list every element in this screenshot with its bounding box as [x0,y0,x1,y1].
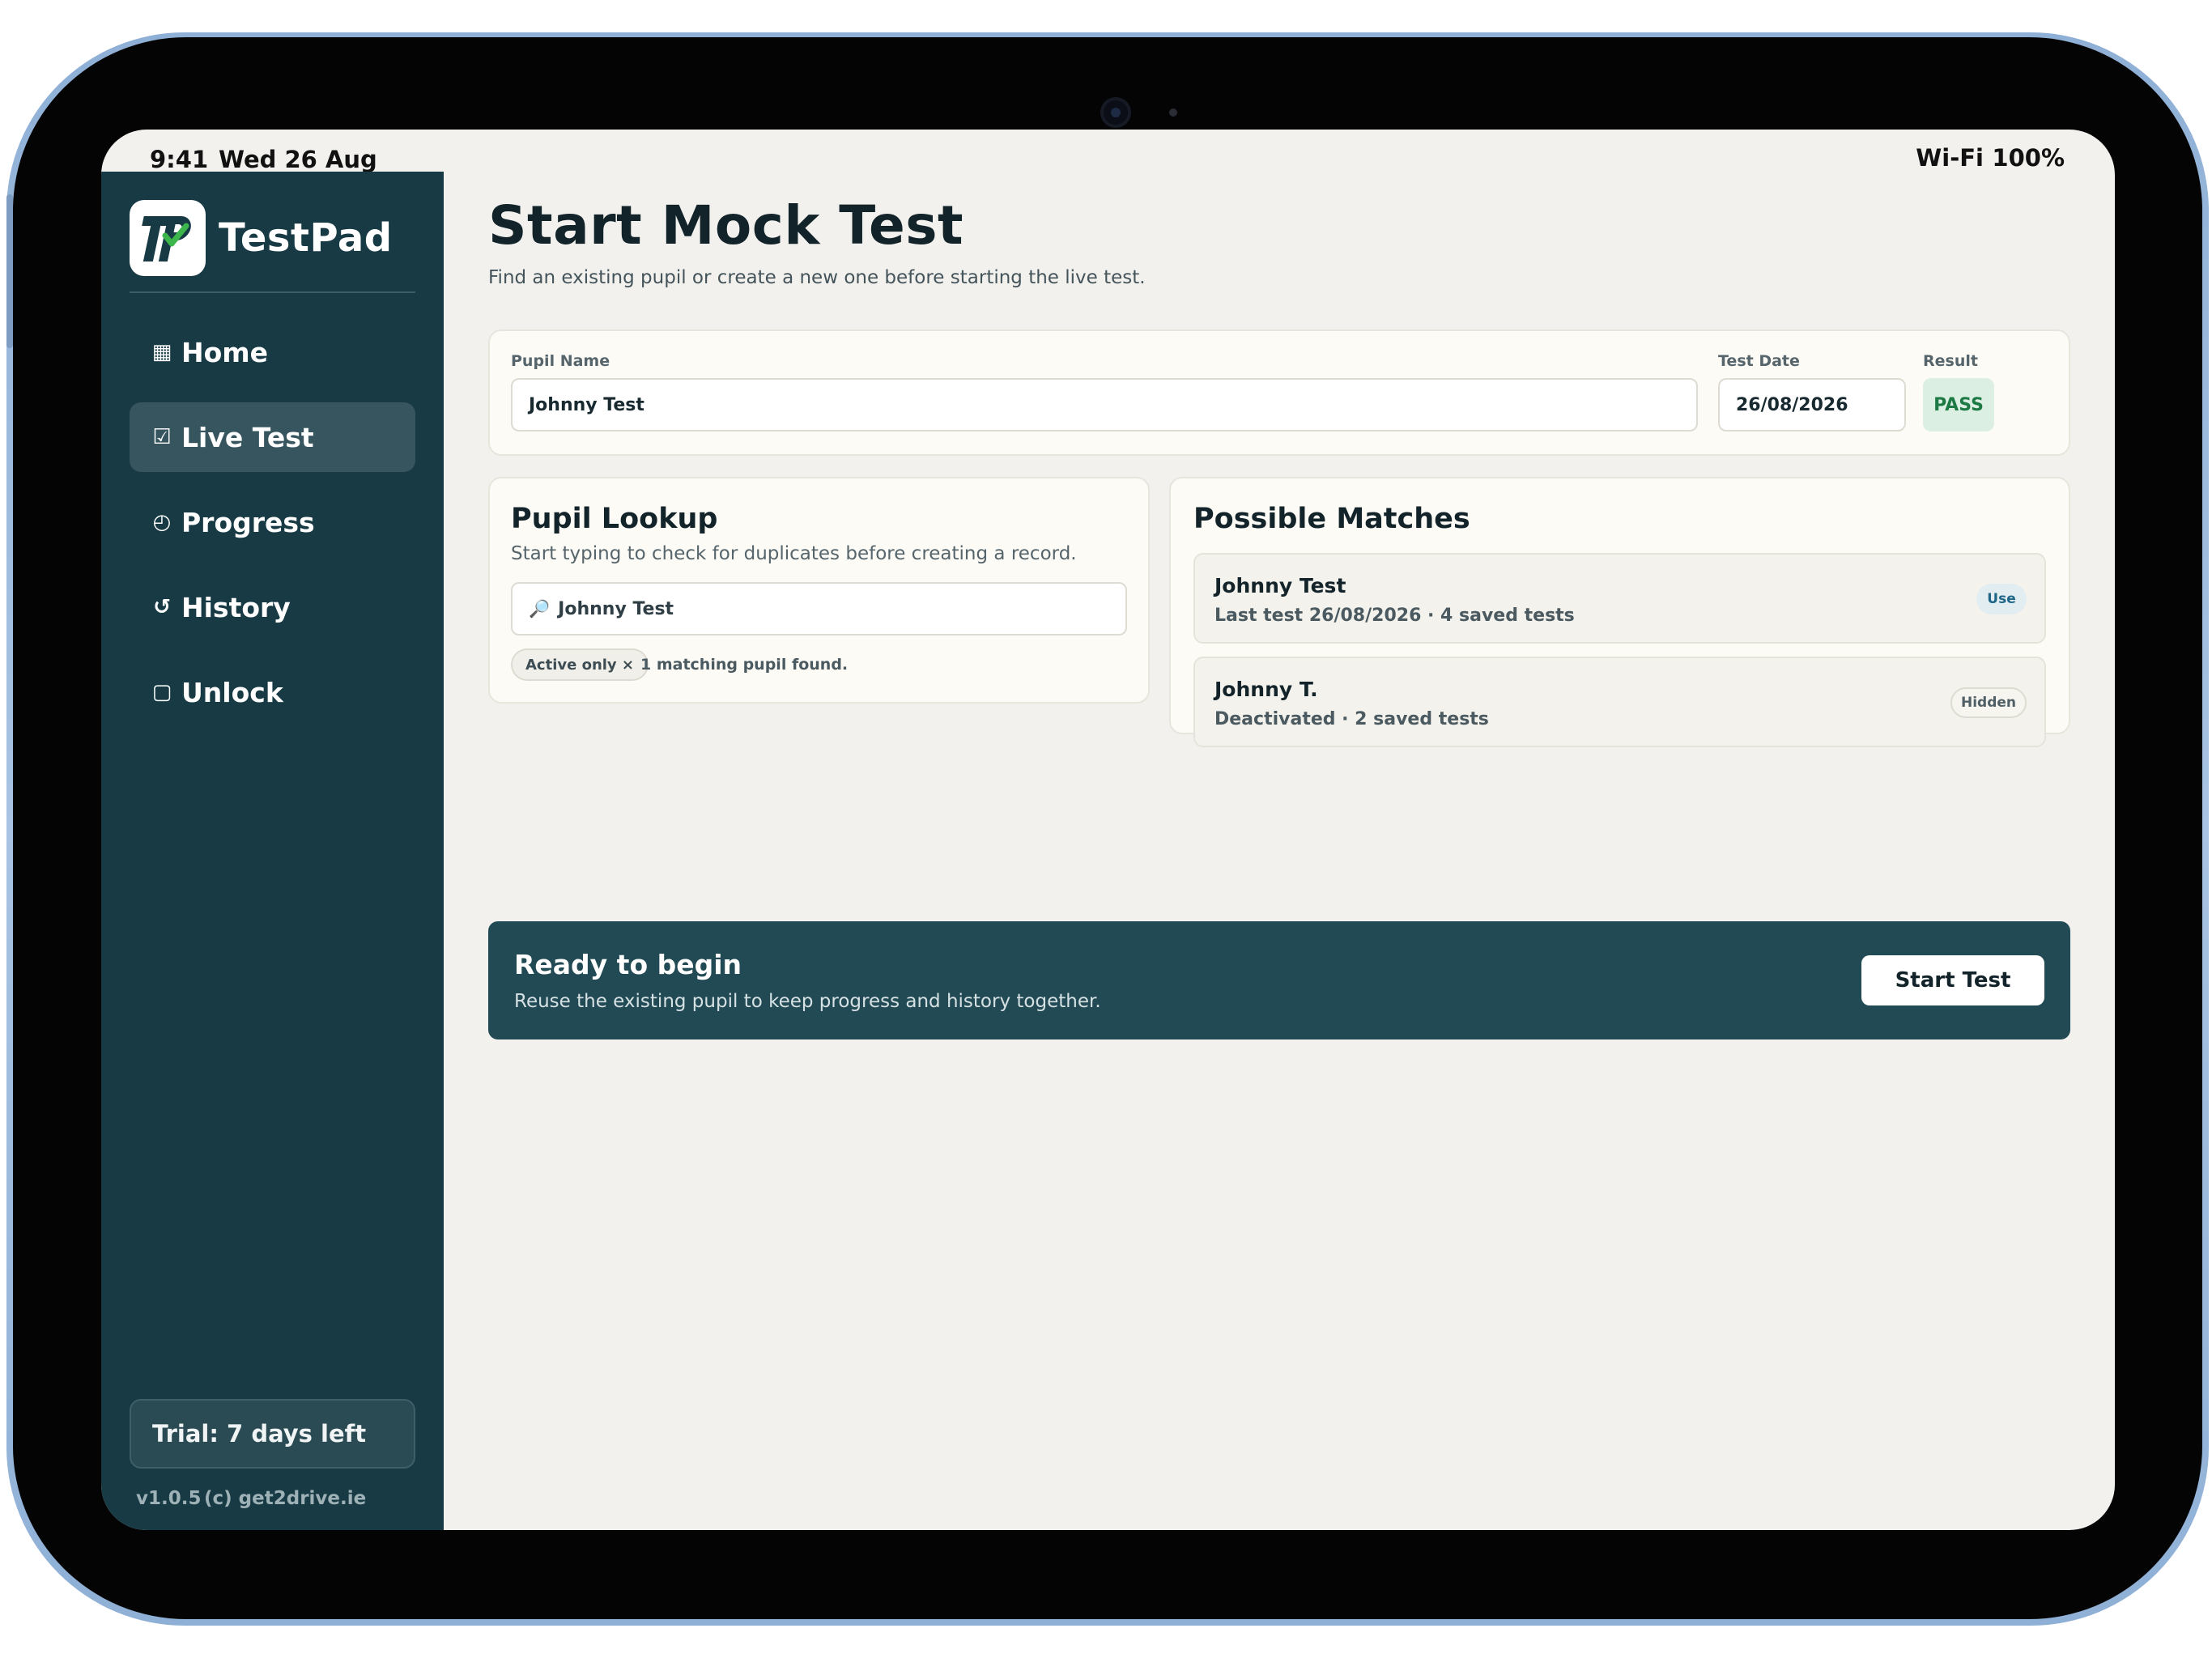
banner-title: Ready to begin [514,949,742,980]
possible-matches-title: Possible Matches [1193,503,1470,535]
sidebar-item-label: History [181,591,291,623]
pupil-lookup-title: Pupil Lookup [511,503,718,535]
testpad-logo-icon [130,200,206,276]
test-date-label: Test Date [1718,352,1800,370]
unlock-square-icon: ▢ [151,680,172,704]
page-title: Start Mock Test [488,194,964,257]
sidebar-item-unlock[interactable]: ▢ Unlock [130,657,415,727]
sidebar-item-label: Progress [181,506,315,538]
status-bar: 9:41 Wed 26 Aug Wi-Fi 100% [101,130,2115,173]
search-value: Johnny Test [558,598,674,619]
wifi-indicator: Wi-Fi [1916,144,1984,172]
search-input[interactable]: 🔎 Johnny Test [511,582,1127,636]
page-subtitle: Find an existing pupil or create a new o… [488,267,1146,288]
app-screen: 9:41 Wed 26 Aug Wi-Fi 100% TestPad ▦ Hom… [101,130,2115,1530]
app-version: v1.0.5 [136,1488,202,1509]
front-camera [1100,97,1131,128]
brand-name: TestPad [219,215,393,261]
sidebar: TestPad ▦ Home ☑ Live Test ◴ Progress ↺ … [101,172,444,1530]
start-test-button[interactable]: Start Test [1861,955,2044,1005]
clock-icon: ◴ [152,510,172,534]
sidebar-item-label: Live Test [181,421,314,453]
battery-indicator: 100% [1992,144,2065,172]
match-row[interactable]: Johnny Test Last test 26/08/2026 · 4 sav… [1193,553,2046,644]
sidebar-item-label: Home [181,336,269,368]
sidebar-item-label: Unlock [181,676,283,708]
checkbox-icon: ☑ [152,425,172,449]
pupil-lookup-description: Start typing to check for duplicates bef… [511,543,1077,564]
status-date: Wed 26 Aug [219,146,377,173]
result-label: Result [1923,352,1978,370]
trial-status[interactable]: Trial: 7 days left [130,1399,415,1469]
result-pass-badge[interactable]: PASS [1923,378,1994,432]
match-name: Johnny T. [1214,678,1318,701]
brand[interactable]: TestPad [130,199,393,277]
sidebar-item-history[interactable]: ↺ History [130,572,415,642]
test-date-input[interactable]: 26/08/2026 [1718,378,1906,432]
match-name: Johnny Test [1214,574,1346,597]
pupil-form-card: Pupil Name Johnny Test Test Date 26/08/2… [488,329,2070,456]
main-content: Start Mock Test Find an existing pupil o… [444,172,2115,1530]
grid-icon: ▦ [151,340,172,364]
match-meta: Last test 26/08/2026 · 4 saved tests [1214,606,1575,626]
status-time: 9:41 [150,146,209,173]
ready-banner: Ready to begin Reuse the existing pupil … [488,921,2070,1039]
match-count: 1 matching pupil found. [640,656,849,674]
ambient-sensor [1169,108,1177,117]
hidden-status-badge: Hidden [1950,687,2027,718]
copyright: (c) get2drive.ie [204,1488,367,1509]
sidebar-item-home[interactable]: ▦ Home [130,317,415,387]
match-row[interactable]: Johnny T. Deactivated · 2 saved tests Hi… [1193,657,2046,747]
history-icon: ↺ [153,595,171,619]
pupil-name-label: Pupil Name [511,352,610,370]
sidebar-item-progress[interactable]: ◴ Progress [130,487,415,557]
sidebar-item-live-test[interactable]: ☑ Live Test [130,402,415,472]
sidebar-divider [130,291,415,293]
pupil-lookup-card: Pupil Lookup Start typing to check for d… [488,477,1150,704]
sidebar-nav: ▦ Home ☑ Live Test ◴ Progress ↺ History … [130,317,415,742]
possible-matches-card: Possible Matches Johnny Test Last test 2… [1169,477,2070,747]
search-icon: 🔎 [529,598,551,619]
match-meta: Deactivated · 2 saved tests [1214,709,1489,729]
pupil-name-input[interactable]: Johnny Test [511,378,1698,432]
use-match-button[interactable]: Use [1976,584,2027,614]
active-only-filter-chip[interactable]: Active only × [511,648,649,681]
side-button [6,194,13,348]
banner-description: Reuse the existing pupil to keep progres… [514,991,1101,1012]
